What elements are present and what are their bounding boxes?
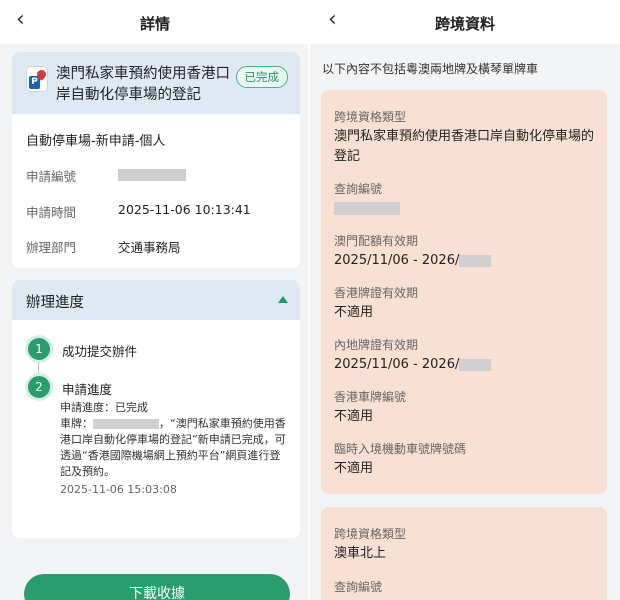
cross-border-panel: ‹ 跨境資料 以下內容不包括粵澳兩地牌及橫琴單牌車 跨境資格類型 澳門私家車預約… bbox=[310, 0, 620, 600]
field-label: 申請編號 bbox=[26, 169, 77, 184]
page-title: 跨境資料 bbox=[434, 15, 495, 33]
step-label: 成功提交辦件 bbox=[62, 344, 138, 359]
redacted-application-number bbox=[118, 168, 186, 181]
qualification-card-macau-parking: 跨境資格類型 澳門私家車預約使用香港口岸自動化停車場的登記 查詢編號 澳門配額有… bbox=[321, 90, 607, 494]
field-label: 澳門配額有效期 bbox=[334, 234, 419, 248]
field-value: 2025/11/06 - 2026/ bbox=[334, 355, 596, 375]
redacted-date bbox=[459, 358, 492, 371]
field-label: 內地牌證有效期 bbox=[334, 338, 419, 352]
field-label: 辦理部門 bbox=[26, 240, 77, 255]
step-time: 2025-11-06 15:03:08 bbox=[60, 483, 177, 496]
step-status: 申請進度：已完成 bbox=[60, 401, 148, 414]
collapse-caret-icon[interactable] bbox=[278, 296, 288, 303]
cross-border-header: ‹ 跨境資料 bbox=[310, 0, 620, 44]
step-label: 申請進度 bbox=[62, 382, 113, 397]
status-badge: 已完成 bbox=[235, 66, 288, 88]
step-message: 車牌： ，“澳門私家車預約使用香港口岸自動化停車場的登記”新申請已完成，可透過“香… bbox=[60, 416, 288, 480]
step-number: 1 bbox=[28, 338, 50, 360]
qualification-card-macau-north: 跨境資格類型 澳車北上 查詢編號 bbox=[321, 507, 607, 600]
progress-header[interactable]: 辦理進度 bbox=[12, 280, 300, 320]
field-label: 臨時入境機動車號牌號碼 bbox=[334, 442, 467, 456]
step-connector bbox=[38, 363, 39, 373]
field-value: 不適用 bbox=[334, 409, 374, 424]
service-name: 澳門私家車預約使用香港口岸自動化停車場的登記 bbox=[56, 66, 230, 103]
detail-panel: ‹ 詳情 P 澳門私家車預約使用香港口岸自動化停車場的登記 已完成 自動停車場-… bbox=[0, 0, 310, 600]
detail-header: ‹ 詳情 bbox=[0, 0, 310, 44]
field-value: 交通事務局 bbox=[118, 240, 181, 255]
plate-prefix: 車牌： bbox=[60, 417, 93, 430]
progress-card: 辦理進度 1 成功提交辦件 2 申請進度 申請進度：已完成 車牌： ，“澳門私家車… bbox=[12, 280, 300, 538]
field-value: 2025-11-06 10:13:41 bbox=[118, 202, 251, 217]
field-value bbox=[334, 199, 596, 219]
field-value bbox=[118, 166, 186, 181]
progress-title: 辦理進度 bbox=[26, 295, 84, 311]
download-receipt-button[interactable]: 下載收據 bbox=[24, 574, 290, 600]
field-label: 申請時間 bbox=[26, 205, 77, 220]
field-value: 2025/11/06 - 2026/ bbox=[334, 251, 596, 271]
field-label: 查詢編號 bbox=[334, 182, 383, 196]
redacted-date bbox=[459, 254, 492, 267]
summary-header: P 澳門私家車預約使用香港口岸自動化停車場的登記 已完成 bbox=[12, 52, 300, 114]
redacted-plate bbox=[93, 419, 159, 429]
field-value: 不適用 bbox=[334, 461, 374, 476]
date-range: 2025/11/06 - 2026/ bbox=[334, 357, 460, 372]
application-type: 自動停車場-新申請-個人 bbox=[26, 134, 166, 149]
date-range: 2025/11/06 - 2026/ bbox=[334, 253, 460, 268]
exclusion-note: 以下內容不包括粵澳兩地牌及橫琴單牌車 bbox=[322, 62, 539, 76]
field-value: 不適用 bbox=[334, 305, 374, 320]
page-title: 詳情 bbox=[139, 15, 170, 33]
redacted-query-number bbox=[334, 202, 400, 215]
parking-app-icon: P bbox=[26, 66, 48, 92]
field-label: 查詢編號 bbox=[334, 580, 383, 594]
field-label: 香港牌證有效期 bbox=[334, 286, 419, 300]
field-value: 澳車北上 bbox=[334, 546, 387, 561]
field-value: 澳門私家車預約使用香港口岸自動化停車場的登記 bbox=[334, 129, 595, 164]
step-number: 2 bbox=[28, 376, 50, 398]
application-summary-card: P 澳門私家車預約使用香港口岸自動化停車場的登記 已完成 自動停車場-新申請-個… bbox=[12, 52, 300, 268]
field-label: 跨境資格類型 bbox=[334, 527, 407, 541]
field-label: 跨境資格類型 bbox=[334, 110, 407, 124]
field-label: 香港車牌編號 bbox=[334, 390, 407, 404]
